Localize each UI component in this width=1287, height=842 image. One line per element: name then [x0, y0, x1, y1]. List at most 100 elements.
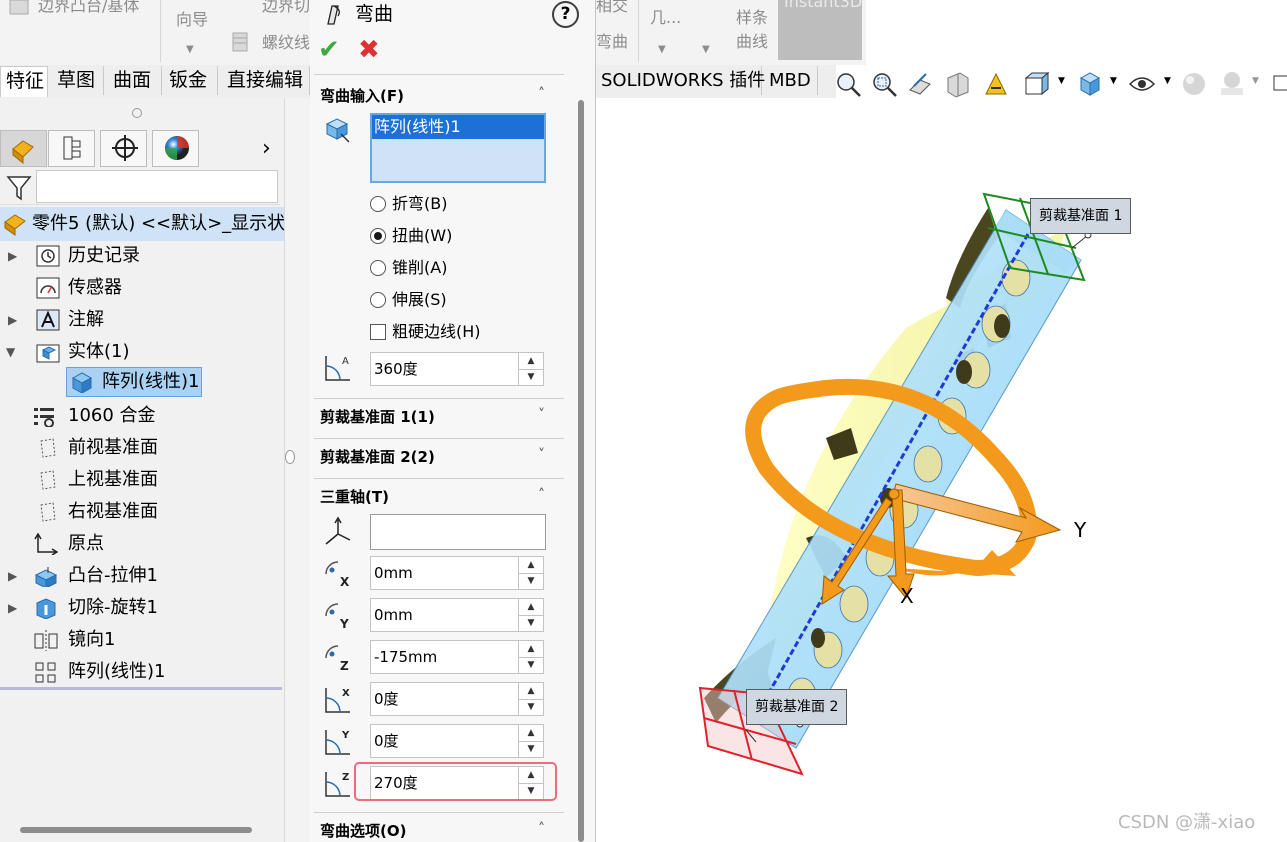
appearance-icon[interactable]	[1180, 70, 1208, 98]
radio-flex[interactable]: 折弯(B)	[370, 193, 447, 215]
spin-down-icon[interactable]: ▼	[519, 657, 543, 673]
panel-grip-icon[interactable]	[132, 108, 142, 118]
tab-sketch[interactable]: 草图	[52, 66, 104, 95]
left-pane-horizontal-scrollbar[interactable]	[20, 827, 252, 833]
intersect-button[interactable]: 相交	[596, 0, 628, 16]
chevron-down-icon[interactable]: ˅	[538, 445, 545, 465]
radio-button[interactable]	[370, 292, 386, 308]
spin-up-icon[interactable]: ▲	[519, 725, 543, 742]
ok-button[interactable]: ✔	[318, 36, 340, 64]
angle-input[interactable]: 360度 ▲ ▼	[370, 352, 544, 386]
tree-root-part[interactable]: 零件5 (默认) <<默认>_显示状态	[0, 207, 303, 241]
tab-sheet-metal[interactable]: 钣金	[164, 66, 218, 95]
zoom-to-fit-icon[interactable]	[834, 70, 862, 98]
tree-item-origin[interactable]: 原点	[0, 529, 284, 559]
flex-button[interactable]: 弯曲	[596, 32, 628, 52]
tree-item-sensors[interactable]: 传感器	[0, 273, 284, 303]
dropdown-arrow-icon[interactable]: ▼	[702, 40, 710, 60]
dropdown-arrow-icon[interactable]: ▼	[186, 40, 194, 60]
tree-item-cut-revolve[interactable]: ▶ 切除-旋转1	[0, 593, 284, 623]
triad-x-position-input[interactable]: 0mm ▲ ▼	[370, 556, 544, 590]
spin-up-icon[interactable]: ▲	[519, 641, 543, 658]
expand-arrow-icon[interactable]: ▶	[8, 593, 17, 623]
tree-item-solid-bodies[interactable]: ▼ 实体(1)	[0, 337, 284, 367]
tree-item-annotations[interactable]: ▶ 注解	[0, 305, 284, 335]
view-orientation-icon[interactable]	[1022, 70, 1050, 98]
dropdown-arrow-icon[interactable]: ▼	[1252, 76, 1259, 86]
zoom-to-area-icon[interactable]	[870, 70, 898, 98]
propertymanager-tab[interactable]	[48, 130, 95, 167]
dynamic-annotation-icon[interactable]	[982, 70, 1010, 98]
spin-up-icon[interactable]: ▲	[519, 557, 543, 574]
triad-y-rotation-input[interactable]: 0度 ▲ ▼	[370, 724, 544, 758]
help-button[interactable]: ?	[552, 1, 579, 28]
spin-up-icon[interactable]: ▲	[519, 599, 543, 616]
tab-surfaces[interactable]: 曲面	[108, 66, 162, 95]
dropdown-arrow-icon[interactable]: ▼	[1058, 76, 1065, 86]
spin-up-icon[interactable]: ▲	[519, 683, 543, 700]
model-viewport[interactable]	[596, 98, 1287, 842]
spin-up-icon[interactable]: ▲	[519, 353, 543, 370]
tree-item-body-pattern[interactable]: 阵列(线性)1	[0, 367, 284, 397]
tree-item-mirror[interactable]: 镜向1	[0, 625, 284, 655]
tree-filter-input[interactable]	[36, 170, 278, 203]
radio-button-selected[interactable]	[370, 228, 386, 244]
dropdown-arrow-icon[interactable]: ▼	[658, 40, 666, 60]
triad-x-rotation-input[interactable]: 0度 ▲ ▼	[370, 682, 544, 716]
spin-down-icon[interactable]: ▼	[519, 369, 543, 385]
collapse-arrow-icon[interactable]: ▼	[6, 337, 15, 367]
pane-splitter[interactable]	[284, 98, 311, 842]
featuremanager-tab[interactable]	[0, 130, 47, 167]
selected-body-item[interactable]: 阵列(线性)1	[372, 115, 544, 139]
boundary-boss-button[interactable]: 边界凸台/基体	[38, 0, 139, 16]
tree-item-right-plane[interactable]: 右视基准面	[0, 497, 284, 527]
tree-item-boss-extrude[interactable]: ▶ 凸台-拉伸1	[0, 561, 284, 591]
section-triad-header[interactable]: 三重轴(T)	[320, 487, 389, 507]
radio-taper[interactable]: 锥削(A)	[370, 257, 447, 279]
tree-rollback-bar[interactable]	[0, 687, 282, 690]
radio-twist[interactable]: 扭曲(W)	[370, 225, 452, 247]
tree-item-linear-pattern[interactable]: 阵列(线性)1	[0, 657, 284, 687]
tab-features[interactable]: 特征	[0, 66, 48, 97]
section-trim-plane-2-header[interactable]: 剪裁基准面 2(2)	[320, 447, 435, 467]
spin-down-icon[interactable]: ▼	[519, 741, 543, 757]
chevron-up-icon[interactable]: ˄	[538, 84, 545, 104]
display-style-icon[interactable]	[1076, 70, 1104, 98]
triad-z-position-input[interactable]: -175mm ▲ ▼	[370, 640, 544, 674]
triad-selection-input[interactable]	[370, 514, 546, 550]
triad-y-position-input[interactable]: 0mm ▲ ▼	[370, 598, 544, 632]
dropdown-arrow-icon[interactable]: ▼	[1164, 76, 1171, 86]
tab-direct-editing[interactable]: 直接编辑	[222, 66, 310, 95]
tree-item-material[interactable]: 1060 合金	[0, 401, 284, 431]
reference-geometry-button[interactable]: 几...	[650, 8, 681, 28]
boundary-cut-button[interactable]: 边界切	[262, 0, 310, 16]
section-view-icon[interactable]	[944, 70, 972, 98]
dropdown-arrow-icon[interactable]: ▼	[1110, 76, 1117, 86]
spin-down-icon[interactable]: ▼	[519, 699, 543, 715]
view-settings-icon[interactable]	[1270, 70, 1287, 98]
tab-solidworks-addins[interactable]: SOLIDWORKS 插件	[596, 66, 765, 95]
filter-icon[interactable]	[6, 174, 32, 202]
trim-plane-1-callout[interactable]: 剪裁基准面 1	[1030, 198, 1132, 234]
hole-wizard-button[interactable]: 向导	[176, 10, 208, 30]
expand-arrow-icon[interactable]: ▶	[8, 241, 17, 271]
spline-button[interactable]: 样条	[736, 8, 768, 28]
instant3d-button[interactable]: Instant3D	[778, 0, 862, 60]
thread-button[interactable]: 螺纹线	[262, 33, 310, 53]
chevron-right-icon[interactable]: ›	[262, 134, 271, 164]
checkbox[interactable]	[370, 324, 386, 340]
section-trim-plane-1-header[interactable]: 剪裁基准面 1(1)	[320, 407, 435, 427]
splitter-grip-icon[interactable]	[285, 450, 295, 464]
checkbox-hard-edges[interactable]: 粗硬边线(H)	[370, 321, 481, 343]
hide-show-eye-icon[interactable]	[1128, 70, 1156, 98]
radio-stretch[interactable]: 伸展(S)	[370, 289, 447, 311]
tree-item-history[interactable]: ▶ 历史记录	[0, 241, 284, 271]
curve-button[interactable]: 曲线	[736, 32, 768, 52]
cancel-button[interactable]: ✖	[358, 36, 380, 64]
scene-icon[interactable]	[1218, 70, 1246, 98]
expand-arrow-icon[interactable]: ▶	[8, 305, 17, 335]
tab-mbd[interactable]: MBD	[764, 66, 818, 95]
configurationmanager-tab[interactable]	[100, 130, 147, 167]
radio-button[interactable]	[370, 260, 386, 276]
chevron-up-icon[interactable]: ˄	[538, 819, 545, 839]
